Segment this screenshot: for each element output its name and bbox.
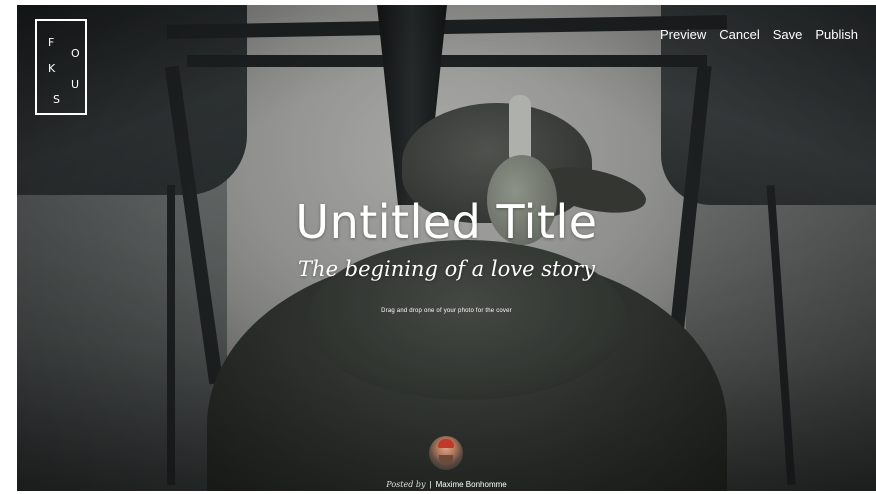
logo-letter: F <box>48 36 55 49</box>
author-byline: Posted by | Maxime Bonhomme <box>17 480 876 489</box>
logo-letter: K <box>48 62 56 75</box>
logo-letter: U <box>71 78 80 91</box>
byline-separator: | <box>429 480 432 489</box>
author-avatar[interactable] <box>429 436 463 470</box>
posted-by-label: Posted by <box>386 480 426 489</box>
author-name[interactable]: Maxime Bonhomme <box>436 480 507 489</box>
publish-button[interactable]: Publish <box>815 27 858 42</box>
story-title[interactable]: Untitled Title <box>17 195 876 249</box>
story-subtitle[interactable]: The begining of a love story <box>17 257 876 281</box>
avatar-hat <box>438 439 454 448</box>
fokus-logo[interactable]: F O K U S <box>35 19 87 115</box>
cover-drop-hint: Drag and drop one of your photo for the … <box>381 308 512 314</box>
preview-button[interactable]: Preview <box>660 27 706 42</box>
avatar-beard <box>439 455 453 465</box>
logo-letter: O <box>71 47 80 60</box>
cover-photo-area[interactable]: F O K U S Preview Cancel Save Publish Un… <box>17 5 876 491</box>
save-button[interactable]: Save <box>773 27 803 42</box>
cancel-button[interactable]: Cancel <box>719 27 759 42</box>
editor-toolbar: Preview Cancel Save Publish <box>660 27 858 42</box>
logo-letter: S <box>53 93 60 106</box>
